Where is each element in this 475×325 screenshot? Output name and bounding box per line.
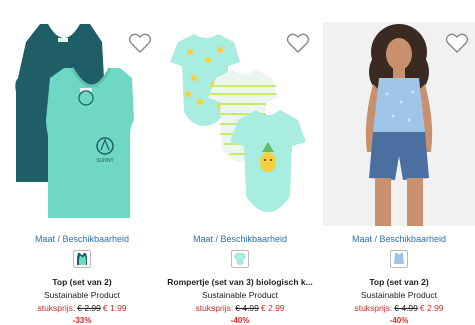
old-price: € 4.99 (235, 303, 259, 313)
product-subtitle: Sustainable Product (201, 290, 279, 300)
price-label: stuksprijs: (37, 303, 76, 313)
price-line: stuksprijs: € 4.99 € 2.99 (164, 303, 316, 313)
product-subtitle: Sustainable Product (43, 290, 121, 300)
product-title[interactable]: Top (set van 2) (323, 277, 475, 287)
discount-badge: -33% (72, 316, 92, 325)
price-label: stuksprijs: (195, 303, 234, 313)
top-swatch-icon[interactable] (390, 250, 408, 268)
product-card[interactable]: Maat / Beschikbaarheid Top (set van 2) S… (323, 0, 475, 325)
size-availability-link[interactable]: Maat / Beschikbaarheid (323, 234, 475, 244)
discount-badge: -40% (389, 316, 409, 325)
sale-price: € 1.99 (102, 303, 127, 313)
sale-price: € 2.99 (260, 303, 285, 313)
wishlist-heart-icon[interactable] (286, 32, 310, 54)
svg-text:SUNNY: SUNNY (96, 158, 114, 164)
romper-swatch-icon[interactable] (231, 250, 249, 268)
price-line: stuksprijs: € 4.99 € 2.99 (323, 303, 475, 313)
wishlist-heart-icon[interactable] (128, 32, 152, 54)
size-availability-link[interactable]: Maat / Beschikbaarheid (6, 234, 158, 244)
size-availability-link[interactable]: Maat / Beschikbaarheid (164, 234, 316, 244)
product-grid: SUNNY Maat / Beschikbaarheid Top (set va… (0, 0, 475, 325)
old-price: € 2.99 (77, 303, 101, 313)
product-card[interactable]: Maat / Beschikbaarheid Rompertje (set va… (164, 0, 316, 325)
price-label: stuksprijs: (354, 303, 393, 313)
product-title[interactable]: Rompertje (set van 3) biologisch k... (164, 277, 316, 287)
product-subtitle: Sustainable Product (360, 290, 438, 300)
tank-top-swatch-icon[interactable] (73, 250, 91, 268)
discount-badge: -40% (230, 316, 250, 325)
product-card[interactable]: SUNNY Maat / Beschikbaarheid Top (set va… (6, 0, 158, 325)
sale-price: € 2.99 (419, 303, 444, 313)
old-price: € 4.99 (394, 303, 418, 313)
price-line: stuksprijs: € 2.99 € 1.99 (6, 303, 158, 313)
product-title[interactable]: Top (set van 2) (6, 277, 158, 287)
wishlist-heart-icon[interactable] (445, 32, 469, 54)
